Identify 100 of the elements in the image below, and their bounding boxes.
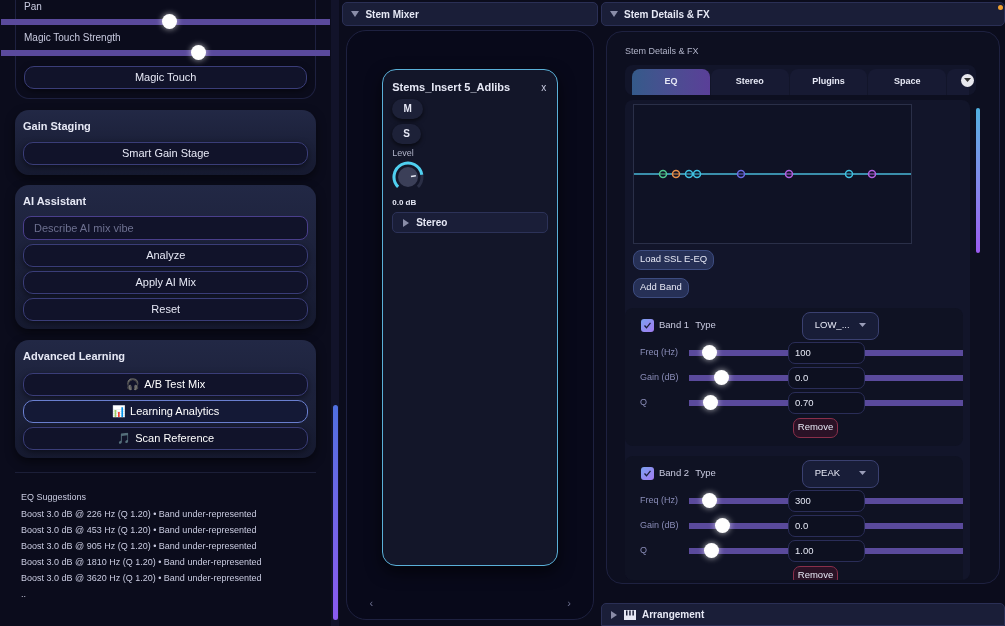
scrollbar[interactable]: [331, 0, 340, 626]
param-value-field[interactable]: 0.70: [787, 391, 865, 414]
slider-thumb[interactable]: [702, 493, 718, 508]
tab[interactable]: Plugins: [789, 68, 868, 95]
slider-thumb[interactable]: [161, 14, 177, 29]
param-label: Gain (dB): [639, 518, 680, 532]
band-node[interactable]: [671, 169, 681, 178]
mix-vibe-input[interactable]: Describe AI mix vibe: [23, 216, 309, 240]
caret-icon: [964, 77, 971, 83]
panel-header[interactable]: Stem Mixer: [342, 2, 598, 26]
magic-touch-button[interactable]: Magic Touch: [24, 66, 308, 89]
eq-suggestion: Boost 3.0 dB @ 1810 Hz (Q 1.20) • Band under-represented: [21, 556, 263, 569]
previous-button[interactable]: ‹: [369, 594, 374, 611]
expand-triangle-icon[interactable]: [402, 218, 411, 227]
checkmark-icon: [643, 321, 652, 330]
level-label: Level: [392, 146, 415, 160]
param-label: Freq (Hz): [639, 493, 679, 507]
band-node[interactable]: [867, 169, 877, 178]
param-label: Freq (Hz): [639, 345, 679, 359]
param-value-field[interactable]: 300: [787, 489, 865, 512]
slider-thumb[interactable]: [703, 395, 719, 410]
type-label: Type: [695, 318, 716, 333]
band-checkbox[interactable]: [641, 467, 654, 480]
type-label: Type: [695, 466, 716, 481]
mute-button[interactable]: M: [392, 98, 424, 119]
learning-button[interactable]: 🎵 Scan Reference: [23, 426, 309, 450]
eq-suggestion: Boost 3.0 dB @ 453 Hz (Q 1.20) • Band under-represented: [21, 524, 258, 537]
eq-suggestion: Boost 3.0 dB @ 226 Hz (Q 1.20) • Band under-represented: [21, 508, 258, 521]
eq-action-button[interactable]: Load SSL E-EQ: [633, 249, 715, 270]
remove-button[interactable]: Remove: [793, 417, 838, 438]
param-label: Q: [639, 395, 648, 409]
eq-suggestion: Boost 3.0 dB @ 3620 Hz (Q 1.20) • Band under-represented: [21, 572, 263, 585]
type-dropdown[interactable]: PEAK: [801, 459, 879, 488]
slider[interactable]: [689, 543, 788, 558]
level-reading: 0.0 dB: [392, 197, 418, 209]
smart-gain-stage-button[interactable]: Smart Gain Stage: [23, 141, 309, 165]
emoji-icon: 🎵: [117, 429, 132, 447]
slider[interactable]: [689, 370, 788, 385]
band-node[interactable]: [844, 169, 854, 178]
slider-thumb[interactable]: [704, 543, 720, 558]
collapse-triangle-icon[interactable]: [610, 10, 618, 18]
assistant-button[interactable]: Analyze: [23, 244, 309, 267]
caret-icon: [858, 471, 866, 476]
slider-label: Magic Touch Strength: [24, 32, 122, 44]
learning-button[interactable]: 📊 Learning Analytics: [23, 399, 309, 423]
assistant-button[interactable]: Apply AI Mix: [23, 271, 309, 294]
strip-name: Stems_Insert 5_Adlibs: [392, 80, 511, 95]
card-title: Advanced Learning: [23, 349, 127, 364]
tab[interactable]: EQ: [632, 68, 710, 95]
slider[interactable]: [689, 493, 788, 508]
band-node[interactable]: [684, 169, 694, 178]
solo-button[interactable]: S: [392, 123, 422, 144]
param-value-field[interactable]: 100: [787, 341, 865, 364]
panel-header[interactable]: Stem Details & FX: [601, 2, 1005, 26]
slider[interactable]: [689, 518, 788, 533]
collapse-triangle-icon[interactable]: [351, 10, 360, 18]
slider[interactable]: [1, 14, 331, 29]
band-label: Band 1: [659, 318, 690, 333]
tab[interactable]: Stereo: [710, 68, 789, 95]
slider[interactable]: [1, 45, 331, 60]
next-button[interactable]: ›: [567, 594, 571, 611]
slider[interactable]: [689, 345, 788, 360]
tab[interactable]: Space: [868, 68, 947, 95]
checkmark-icon: [643, 469, 652, 478]
slider[interactable]: [689, 395, 788, 410]
stereo-section-toggle[interactable]: Stereo: [392, 212, 549, 233]
type-dropdown[interactable]: LOW_...: [801, 311, 879, 340]
eq-suggestion: Boost 3.0 dB @ 905 Hz (Q 1.20) • Band under-represented: [21, 540, 258, 553]
caret-icon: [858, 323, 866, 328]
more-indicator: ..: [21, 588, 27, 601]
band-node[interactable]: [784, 169, 794, 178]
eq-action-button[interactable]: Add Band: [633, 277, 689, 298]
param-label: Q: [639, 543, 648, 557]
piano-icon: [624, 609, 636, 620]
card-title: AI Assistant: [23, 193, 88, 209]
card-title: Gain Staging: [23, 119, 92, 134]
emoji-icon: 🎧: [126, 375, 141, 393]
slider-thumb[interactable]: [714, 370, 730, 385]
param-label: Gain (dB): [639, 370, 680, 384]
param-value-field[interactable]: 1.00: [787, 539, 865, 562]
slider-label: Pan: [24, 1, 43, 13]
close-button[interactable]: x: [539, 79, 549, 95]
slider-thumb[interactable]: [702, 345, 718, 360]
band-node[interactable]: [692, 169, 702, 178]
remove-button[interactable]: Remove: [793, 565, 838, 580]
band-node[interactable]: [736, 169, 746, 178]
slider-thumb[interactable]: [715, 518, 731, 533]
assistant-button[interactable]: Reset: [23, 298, 309, 321]
section-title: Stem Details & FX: [625, 45, 700, 58]
band-checkbox[interactable]: [641, 319, 654, 332]
panel-header[interactable]: Arrangement: [601, 603, 1005, 626]
expand-triangle-icon[interactable]: [610, 610, 618, 619]
slider-thumb[interactable]: [191, 45, 207, 60]
param-value-field[interactable]: 0.0: [787, 366, 865, 389]
band-label: Band 2: [659, 466, 690, 481]
learning-button[interactable]: 🎧 A/B Test Mix: [23, 372, 309, 396]
suggestions-title: EQ Suggestions: [21, 490, 88, 504]
param-value-field[interactable]: 0.0: [787, 514, 865, 537]
band-node[interactable]: [658, 169, 668, 178]
emoji-icon: 📊: [112, 402, 127, 420]
